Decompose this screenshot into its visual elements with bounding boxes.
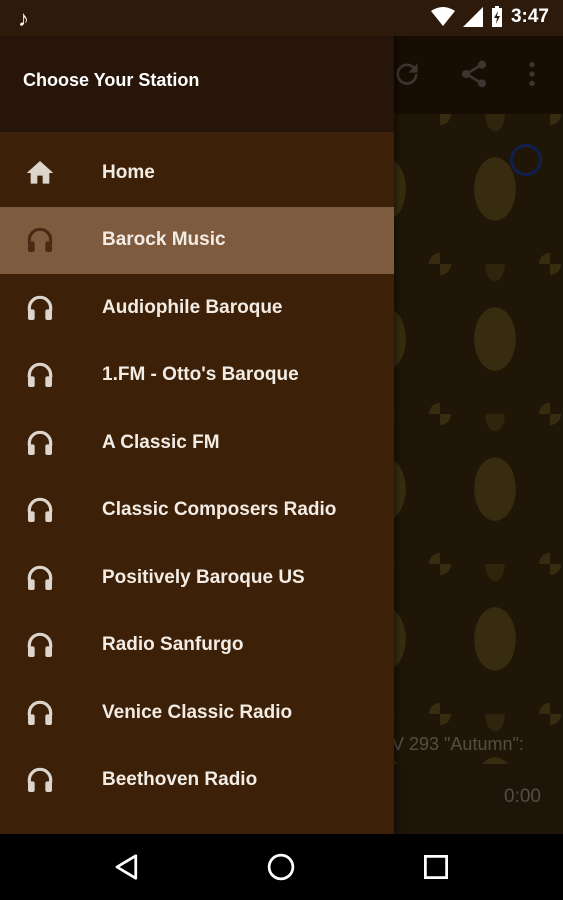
headphones-icon [27,430,53,455]
menu-item-label: Beethoven Radio [102,769,258,791]
menu-item-label: Audiophile Baroque [102,296,283,318]
menu-item-barock-music[interactable]: Barock Music [0,206,394,274]
menu-item-label: Venice Classic Radio [102,701,293,723]
menu-item-label: Radio Sanfurgo [102,634,244,656]
drawer-title: Choose Your Station [23,70,200,90]
headphones-icon [27,700,53,725]
menu-item-label: Classic Composers Radio [102,499,337,521]
menu-item-1fm-ottos-baroque[interactable]: 1.FM - Otto's Baroque [0,342,394,410]
headphones-icon [27,295,53,320]
status-bar: ♪ 3:47 [0,0,563,36]
status-time: 3:47 [510,6,549,27]
menu-item-home[interactable]: Home [0,139,394,207]
signal-icon [462,7,483,27]
headphones-icon [27,498,53,523]
headphones-icon [27,565,53,590]
station-list: Home Barock Music Audiophile Baroque 1.F… [0,132,394,814]
battery-charging-icon [491,6,502,27]
menu-item-label: A Classic FM [102,431,220,453]
menu-item-audiophile-baroque[interactable]: Audiophile Baroque [0,274,394,342]
menu-item-label: Positively Baroque US [102,566,305,588]
navigation-drawer: Choose Your Station Home Barock Music Au… [0,36,394,834]
headphones-icon [27,363,53,388]
status-icons: 3:47 [430,6,549,28]
menu-item-venice-classic-radio[interactable]: Venice Classic Radio [0,679,394,747]
headphones-icon [27,768,53,793]
menu-item-label: Barock Music [102,229,226,251]
recents-icon[interactable] [421,852,451,882]
home-circle-icon[interactable] [266,852,296,882]
drawer-header: Choose Your Station [0,36,394,132]
menu-item-positively-baroque-us[interactable]: Positively Baroque US [0,544,394,612]
home-icon [26,160,54,184]
back-icon[interactable] [112,852,142,882]
headphones-icon [27,228,53,253]
menu-item-a-classic-fm[interactable]: A Classic FM [0,409,394,477]
system-nav-bar [0,834,563,900]
menu-item-classic-composers-radio[interactable]: Classic Composers Radio [0,477,394,545]
menu-item-label: Home [102,161,155,183]
menu-item-label: 1.FM - Otto's Baroque [102,364,299,386]
menu-item-beethoven-radio[interactable]: Beethoven Radio [0,747,394,815]
wifi-icon [430,7,455,26]
music-note-icon: ♪ [18,6,29,31]
headphones-icon [27,633,53,658]
menu-item-radio-sanfurgo[interactable]: Radio Sanfurgo [0,612,394,680]
